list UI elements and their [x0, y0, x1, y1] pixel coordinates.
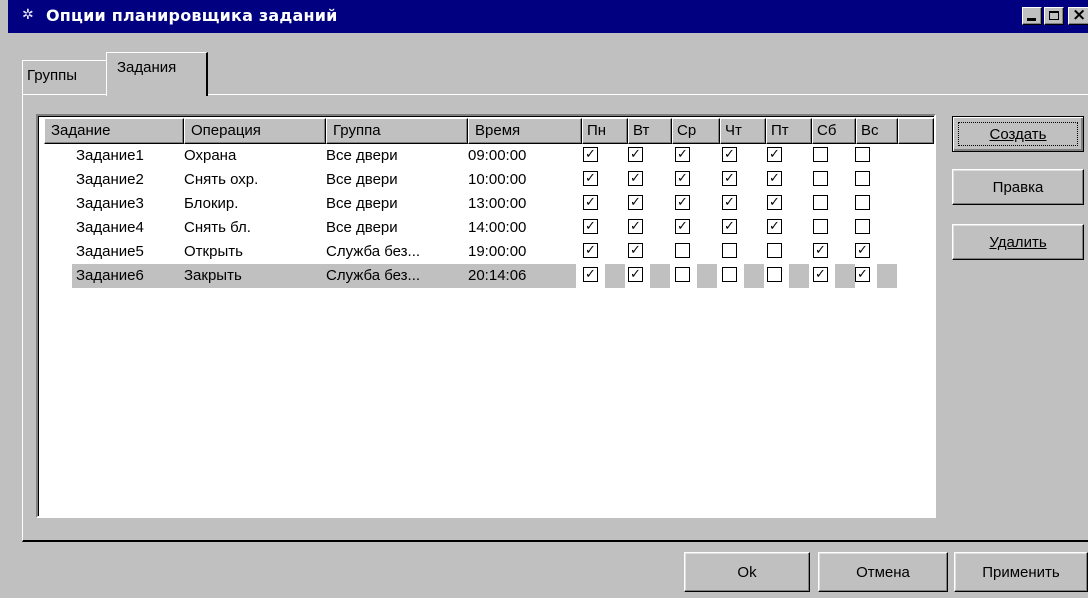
maximize-icon [1049, 11, 1059, 20]
window-title: Опции планировщика заданий [46, 6, 338, 25]
tab-label: Группы [27, 67, 77, 84]
tasks-panel [22, 94, 1088, 542]
ok-button[interactable]: Ok [684, 552, 810, 592]
apply-button[interactable]: Применить [954, 552, 1088, 592]
apply-label: Применить [982, 564, 1060, 581]
tab-tasks[interactable]: Задания [106, 52, 208, 96]
tab-groups[interactable]: Группы [22, 60, 106, 94]
minimize-button[interactable] [1022, 7, 1042, 25]
tab-label: Задания [117, 59, 177, 76]
title-bar[interactable]: ✲ Опции планировщика заданий × [8, 0, 1088, 33]
close-icon: × [1072, 5, 1087, 25]
maximize-button[interactable] [1044, 7, 1064, 25]
gear-icon[interactable]: ✲ [22, 8, 36, 22]
close-button[interactable]: × [1068, 7, 1088, 25]
dialog-window: ✲ Опции планировщика заданий × Группы За… [0, 0, 1088, 598]
minimize-icon [1027, 18, 1036, 21]
ok-label: Ok [737, 564, 757, 581]
cancel-label: Отмена [856, 564, 910, 581]
cancel-button[interactable]: Отмена [818, 552, 948, 592]
